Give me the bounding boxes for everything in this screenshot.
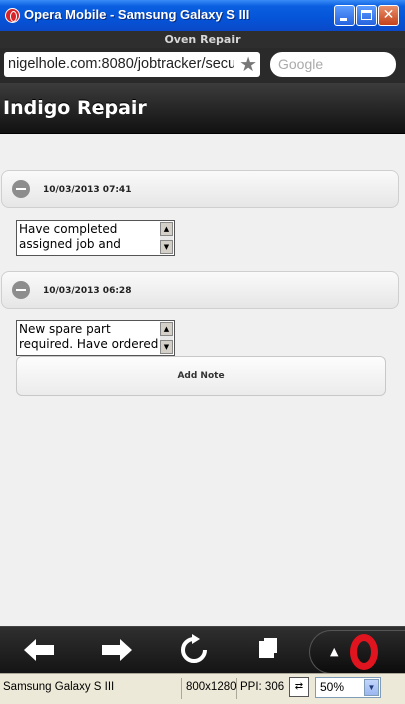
opera-menu-button[interactable]: ▲ xyxy=(309,630,405,674)
scrollbar[interactable]: ▲ ▼ xyxy=(160,322,173,354)
browser-frame: Oven Repair nigelhole.com:8080/jobtracke… xyxy=(0,31,405,674)
address-bar[interactable]: nigelhole.com:8080/jobtracker/secu ★ xyxy=(4,52,260,77)
url-text[interactable]: nigelhole.com:8080/jobtracker/secu xyxy=(8,56,234,72)
note-date: 10/03/2013 07:41 xyxy=(43,185,132,195)
page-header: Indigo Repair xyxy=(0,83,405,134)
opera-logo-icon xyxy=(350,634,378,670)
note-textarea[interactable]: Have completed assigned job and ▲ ▼ xyxy=(16,220,175,256)
page-content: 10/03/2013 07:41 Have completed assigned… xyxy=(0,134,405,626)
close-button[interactable]: ✕ xyxy=(378,5,399,26)
minimize-button[interactable] xyxy=(334,5,355,26)
rotate-icon[interactable]: ⇄ xyxy=(289,677,309,697)
ppi: PPI: 306 xyxy=(240,681,285,693)
note-text[interactable]: New spare part required. Have ordered xyxy=(19,322,159,354)
chevron-down-icon[interactable]: ▼ xyxy=(364,679,379,696)
scroll-up-icon[interactable]: ▲ xyxy=(160,222,173,236)
search-placeholder: Google xyxy=(278,56,324,72)
reload-icon[interactable] xyxy=(174,633,214,667)
note-date: 10/03/2013 06:28 xyxy=(43,286,132,296)
search-input[interactable]: Google xyxy=(270,52,396,77)
scroll-down-icon[interactable]: ▼ xyxy=(160,340,173,354)
note-header[interactable]: 10/03/2013 07:41 xyxy=(1,170,399,208)
zoom-value: 50% xyxy=(320,680,345,694)
minimize-icon xyxy=(340,18,347,21)
forward-arrow-icon[interactable] xyxy=(96,633,136,667)
scroll-down-icon[interactable]: ▼ xyxy=(160,240,173,254)
menu-up-icon: ▲ xyxy=(330,645,339,658)
zoom-select[interactable]: 50% ▼ xyxy=(315,677,381,698)
tab-title: Oven Repair xyxy=(0,31,405,48)
scrollbar[interactable]: ▲ ▼ xyxy=(160,222,173,254)
note-text[interactable]: Have completed assigned job and xyxy=(19,222,159,254)
device-name: Samsung Galaxy S III xyxy=(3,681,115,693)
collapse-icon[interactable] xyxy=(12,281,30,299)
close-icon: ✕ xyxy=(382,7,395,23)
tabs-icon[interactable] xyxy=(248,633,288,667)
emulator-status-bar: Samsung Galaxy S III 800x1280 PPI: 306 ⇄… xyxy=(0,673,405,704)
maximize-button[interactable] xyxy=(356,5,377,26)
bookmark-star-icon[interactable]: ★ xyxy=(239,53,257,75)
divider xyxy=(181,678,182,699)
note-header[interactable]: 10/03/2013 06:28 xyxy=(1,271,399,309)
collapse-icon[interactable] xyxy=(12,180,30,198)
opera-app-icon xyxy=(5,8,20,23)
page-title: Indigo Repair xyxy=(3,97,147,119)
window-title-bar: Opera Mobile - Samsung Galaxy S III ✕ xyxy=(0,0,405,31)
browser-toolbar: ▲ xyxy=(0,626,405,674)
back-arrow-icon[interactable] xyxy=(20,633,60,667)
scroll-up-icon[interactable]: ▲ xyxy=(160,322,173,336)
add-note-button[interactable]: Add Note xyxy=(16,356,386,396)
maximize-icon xyxy=(361,10,372,20)
window-title: Opera Mobile - Samsung Galaxy S III xyxy=(24,7,250,22)
resolution: 800x1280 xyxy=(186,681,237,693)
divider xyxy=(236,678,237,699)
note-textarea[interactable]: New spare part required. Have ordered ▲ … xyxy=(16,320,175,356)
